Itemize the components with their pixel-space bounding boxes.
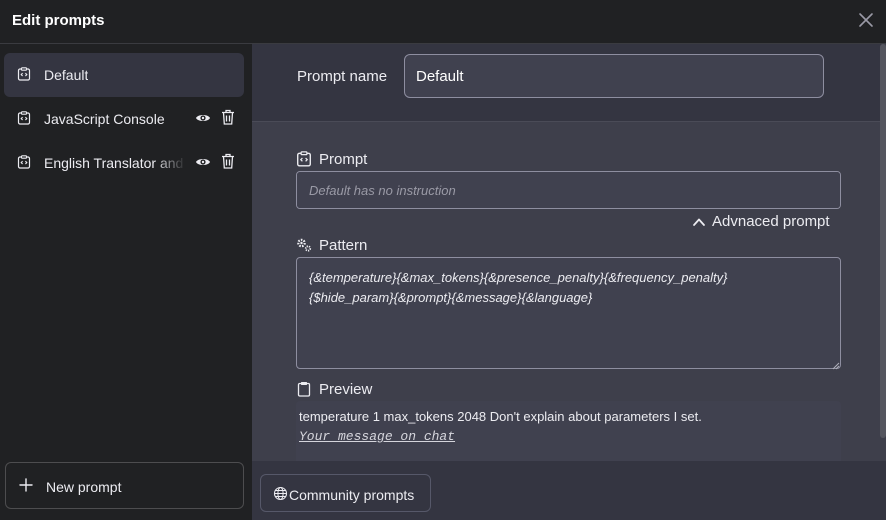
resize-handle-icon[interactable] — [830, 357, 840, 370]
dialog-header: Edit prompts — [0, 0, 886, 44]
prompt-name-panel: Prompt name — [252, 44, 884, 122]
prompt-code-icon — [17, 67, 31, 81]
prompt-list-sidebar: Default JavaScript Console English Trans… — [0, 44, 252, 520]
prompt-code-icon — [17, 155, 31, 169]
prompt-code-icon — [17, 111, 31, 125]
globe-icon — [273, 486, 288, 501]
prompt-name-input[interactable] — [404, 54, 824, 98]
prompt-editor: Prompt name Prompt Advnaced prompt Patte… — [252, 44, 886, 520]
eye-icon[interactable] — [195, 110, 211, 126]
plus-icon — [18, 477, 34, 493]
clipboard-icon — [296, 381, 312, 397]
gears-icon — [296, 237, 312, 253]
community-prompts-label: Community prompts — [289, 487, 415, 503]
label-fade — [154, 151, 186, 175]
prompt-section-label: Prompt — [319, 151, 368, 168]
pattern-section-label: Pattern — [319, 237, 368, 254]
sidebar-item-english-translator[interactable]: English Translator and Improver — [4, 141, 244, 185]
preview-section-label: Preview — [319, 381, 373, 398]
pattern-input[interactable]: {&temperature}{&max_tokens}{&presence_pe… — [296, 257, 841, 369]
chevron-up-icon — [692, 215, 706, 229]
preview-parameters-text: temperature 1 max_tokens 2048 Don't expl… — [299, 409, 702, 424]
sidebar-item-javascript-console[interactable]: JavaScript Console — [4, 97, 244, 141]
sidebar-item-label: JavaScript Console — [44, 111, 165, 127]
trash-icon[interactable] — [220, 153, 236, 170]
prompt-code-icon — [296, 151, 312, 167]
community-prompts-button[interactable]: Community prompts — [260, 474, 431, 512]
trash-icon[interactable] — [220, 109, 236, 126]
eye-icon[interactable] — [195, 154, 211, 170]
close-icon[interactable] — [856, 10, 876, 30]
prompt-name-label: Prompt name — [297, 68, 388, 85]
editor-footer: Community prompts — [252, 461, 886, 520]
new-prompt-button[interactable]: New prompt — [5, 462, 244, 509]
new-prompt-label: New prompt — [46, 479, 122, 495]
sidebar-item-label: Default — [44, 67, 89, 83]
editor-scrollbar[interactable] — [880, 44, 886, 438]
sidebar-item-default[interactable]: Default — [4, 53, 244, 97]
dialog-title: Edit prompts — [12, 12, 105, 29]
preview-message-placeholder: Your message on chat — [299, 429, 456, 444]
prompt-instruction-input[interactable] — [296, 171, 841, 209]
advanced-prompt-label: Advnaced prompt — [712, 213, 830, 230]
